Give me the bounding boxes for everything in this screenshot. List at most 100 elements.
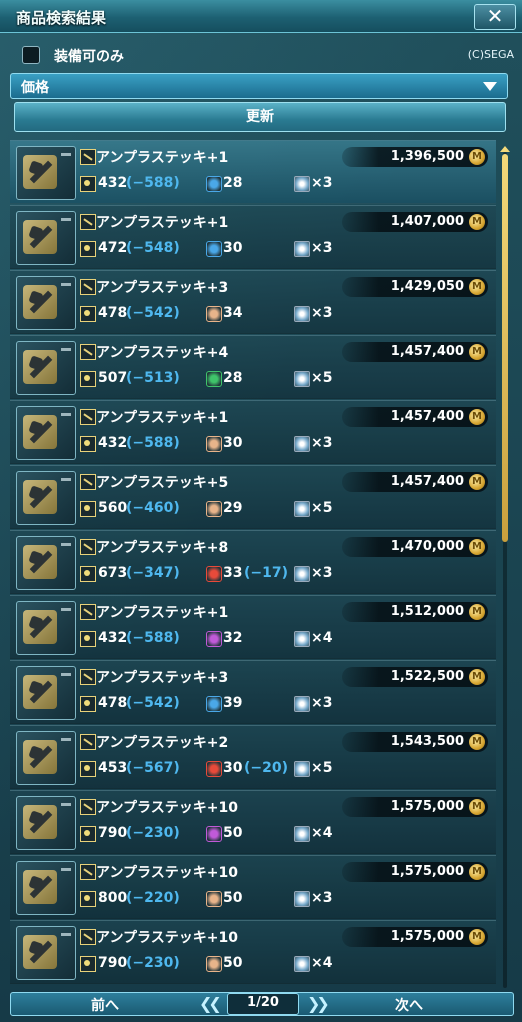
light-element-icon — [206, 306, 222, 322]
prev-page-button[interactable]: 前へ — [91, 995, 119, 1015]
dark-element-icon — [206, 631, 222, 647]
staff-icon — [23, 675, 57, 709]
list-item[interactable]: アンプラステッキ+10 1,575,000 M 790 (−230) 50 ×4 — [10, 790, 496, 854]
list-item[interactable]: アンプラステッキ+10 1,575,000 M 790 (−230) 50 ×4 — [10, 920, 496, 984]
attack-icon — [80, 306, 96, 322]
list-item[interactable]: アンプラステッキ+1 1,457,400 M 432 (−588) 30 ×3 — [10, 400, 496, 464]
list-item[interactable]: アンプラステッキ+3 1,522,500 M 478 (−542) 39 ×3 — [10, 660, 496, 724]
meseta-icon: M — [469, 344, 485, 360]
light-element-icon — [206, 436, 222, 452]
staff-icon — [23, 350, 57, 384]
price-box: 1,396,500 M — [342, 147, 488, 167]
attack-diff: (−220) — [126, 890, 180, 906]
weapon-thumbnail-icon — [16, 731, 76, 785]
attack-diff: (−548) — [126, 240, 180, 256]
weapon-thumbnail-icon — [16, 341, 76, 395]
page-indicator: 1/20 — [227, 993, 299, 1015]
slot-icon — [294, 241, 310, 257]
item-price: 1,512,000 — [390, 604, 464, 619]
weapon-thumbnail-icon — [16, 601, 76, 655]
rarity-mark — [61, 413, 71, 416]
list-item[interactable]: アンプラステッキ+4 1,457,400 M 507 (−513) 28 ×5 — [10, 335, 496, 399]
meseta-icon: M — [469, 279, 485, 295]
list-item[interactable]: アンプラステッキ+3 1,429,050 M 478 (−542) 34 ×3 — [10, 270, 496, 334]
rarity-mark — [61, 543, 71, 546]
element-value: 50 — [223, 955, 243, 971]
rod-category-icon — [80, 344, 96, 360]
item-name: アンプラステッキ+5 — [96, 475, 229, 491]
staff-icon — [23, 935, 57, 969]
rarity-mark — [61, 218, 71, 221]
slot-count: ×3 — [311, 175, 333, 191]
scrollbar[interactable] — [500, 146, 510, 988]
weapon-thumbnail-icon — [16, 536, 76, 590]
item-price: 1,457,400 — [390, 344, 464, 359]
rarity-mark — [61, 868, 71, 871]
item-price: 1,457,400 — [390, 474, 464, 489]
attack-value: 478 — [98, 695, 128, 711]
item-name: アンプラステッキ+4 — [96, 345, 229, 361]
weapon-thumbnail-icon — [16, 406, 76, 460]
slot-count: ×4 — [311, 630, 333, 646]
rarity-mark — [61, 348, 71, 351]
search-results-window: 商品検索結果 ✕ 装備可のみ (C)SEGA 価格 更新 アンプラステッキ+1 1… — [0, 0, 522, 1022]
slot-icon — [294, 176, 310, 192]
update-button[interactable]: 更新 — [14, 102, 506, 132]
slot-icon — [294, 761, 310, 777]
attack-value: 432 — [98, 630, 128, 646]
item-price: 1,543,500 — [390, 734, 464, 749]
attack-icon — [80, 436, 96, 452]
next-page-button[interactable]: 次へ — [395, 995, 423, 1015]
rarity-mark — [61, 803, 71, 806]
slot-icon — [294, 501, 310, 517]
slot-count: ×3 — [311, 565, 333, 581]
list-item[interactable]: アンプラステッキ+8 1,470,000 M 673 (−347) 33 (−17) ×3 — [10, 530, 496, 594]
rarity-mark — [61, 283, 71, 286]
ice-element-icon — [206, 241, 222, 257]
rod-category-icon — [80, 474, 96, 490]
slot-icon — [294, 826, 310, 842]
slot-count: ×3 — [311, 695, 333, 711]
staff-icon — [23, 220, 57, 254]
attack-value: 432 — [98, 175, 128, 191]
list-item[interactable]: アンプラステッキ+5 1,457,400 M 560 (−460) 29 ×5 — [10, 465, 496, 529]
weapon-thumbnail-icon — [16, 926, 76, 980]
rod-category-icon — [80, 734, 96, 750]
item-name: アンプラステッキ+8 — [96, 540, 229, 556]
price-box: 1,522,500 M — [342, 667, 488, 687]
staff-icon — [23, 480, 57, 514]
element-value: 50 — [223, 825, 243, 841]
slot-count: ×4 — [311, 955, 333, 971]
double-chevron-right-icon[interactable]: ❯❯ — [307, 994, 330, 1013]
dark-element-icon — [206, 826, 222, 842]
list-item[interactable]: アンプラステッキ+1 1,512,000 M 432 (−588) 32 ×4 — [10, 595, 496, 659]
close-button[interactable]: ✕ — [474, 4, 516, 30]
rod-category-icon — [80, 149, 96, 165]
title-bar: 商品検索結果 ✕ — [0, 0, 522, 33]
scroll-thumb[interactable] — [502, 154, 508, 542]
slot-count: ×4 — [311, 825, 333, 841]
attack-value: 453 — [98, 760, 128, 776]
list-item[interactable]: アンプラステッキ+2 1,543,500 M 453 (−567) 30 (−20) ×5 — [10, 725, 496, 789]
meseta-icon: M — [469, 539, 485, 555]
price-box: 1,429,050 M — [342, 277, 488, 297]
slot-icon — [294, 566, 310, 582]
double-chevron-left-icon[interactable]: ❮❮ — [199, 994, 222, 1013]
wind-element-icon — [206, 371, 222, 387]
attack-value: 507 — [98, 370, 128, 386]
attack-diff: (−542) — [126, 305, 180, 321]
item-price: 1,470,000 — [390, 539, 464, 554]
rod-category-icon — [80, 929, 96, 945]
equip-only-checkbox[interactable] — [22, 46, 40, 64]
attack-value: 673 — [98, 565, 128, 581]
meseta-icon: M — [469, 214, 485, 230]
attack-icon — [80, 371, 96, 387]
list-item[interactable]: アンプラステッキ+1 1,396,500 M 432 (−588) 28 ×3 — [10, 140, 496, 204]
sort-dropdown[interactable]: 価格 — [10, 73, 508, 99]
equip-only-label: 装備可のみ — [54, 49, 124, 65]
attack-value: 560 — [98, 500, 128, 516]
staff-icon — [23, 545, 57, 579]
list-item[interactable]: アンプラステッキ+1 1,407,000 M 472 (−548) 30 ×3 — [10, 205, 496, 269]
list-item[interactable]: アンプラステッキ+10 1,575,000 M 800 (−220) 50 ×3 — [10, 855, 496, 919]
meseta-icon: M — [469, 149, 485, 165]
